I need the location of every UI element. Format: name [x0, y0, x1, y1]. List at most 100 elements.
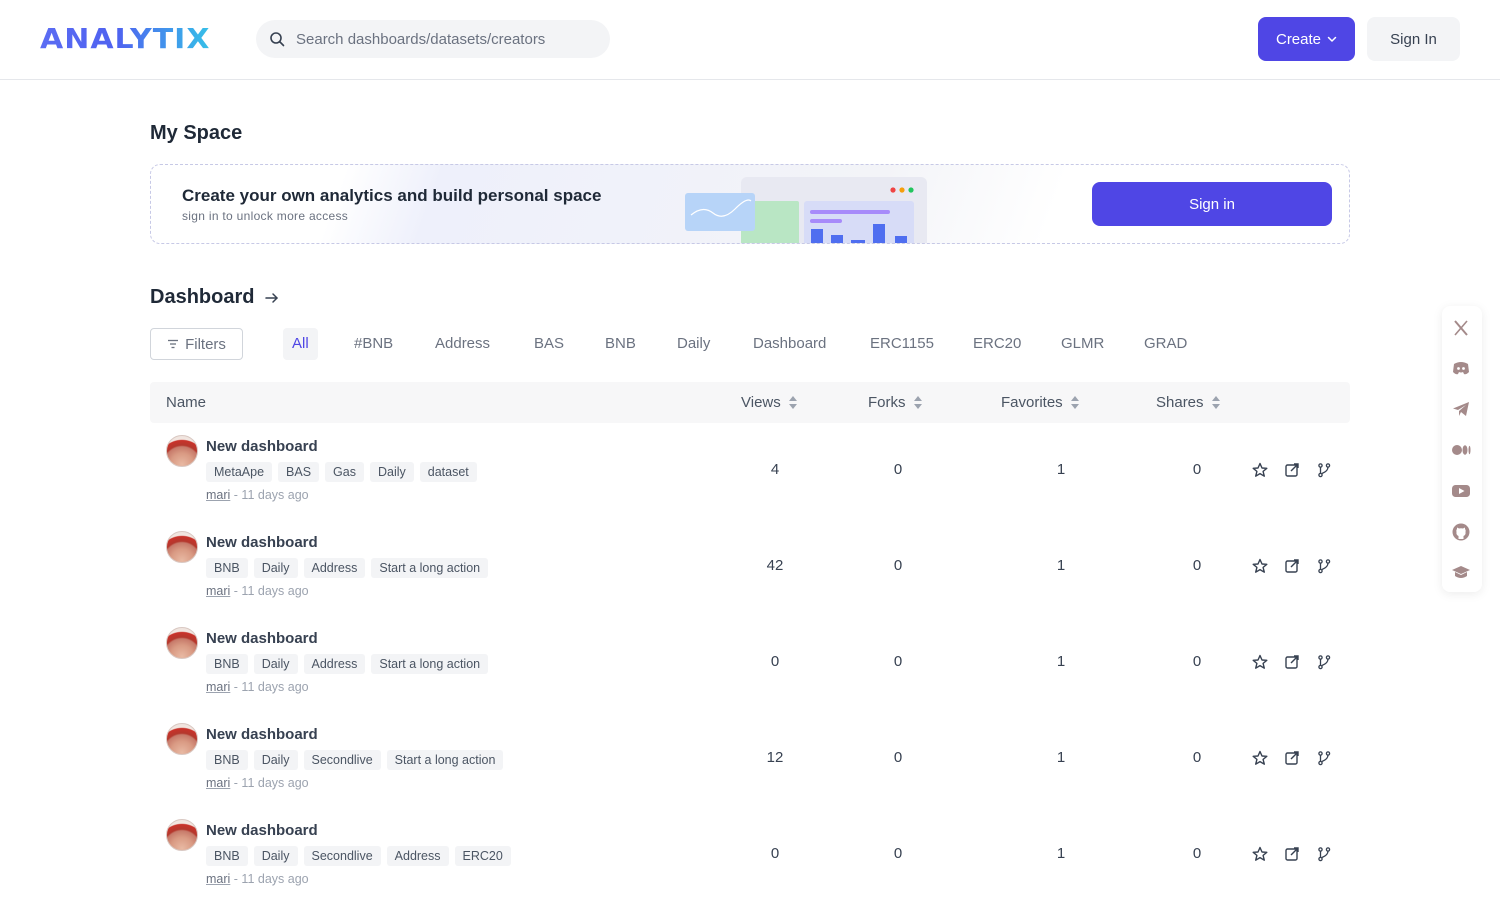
avatar[interactable]	[166, 723, 198, 755]
open-external-icon[interactable]	[1284, 654, 1300, 670]
docs-icon[interactable]	[1451, 562, 1471, 582]
column-shares[interactable]: Shares	[1156, 382, 1220, 423]
sort-icon	[788, 395, 797, 410]
discord-icon[interactable]	[1451, 358, 1471, 378]
column-forks[interactable]: Forks	[868, 382, 922, 423]
medium-icon[interactable]	[1451, 440, 1471, 460]
search-bar[interactable]	[256, 20, 610, 58]
row-tag[interactable]: Address	[303, 558, 366, 578]
search-icon	[270, 32, 285, 47]
tag-all[interactable]: All	[283, 328, 318, 360]
dashboard-header[interactable]: Dashboard	[150, 286, 280, 309]
dashboard-title-link[interactable]: New dashboard	[206, 534, 318, 551]
dashboard-title-link[interactable]: New dashboard	[206, 438, 318, 455]
create-button[interactable]: Create	[1258, 17, 1355, 61]
table-row[interactable]: New dashboard BNB Daily Address Start a long…	[150, 615, 1350, 711]
open-external-icon[interactable]	[1284, 558, 1300, 574]
row-tag[interactable]: Daily	[253, 558, 298, 578]
analytix-logo[interactable]: ANALYTIX	[40, 22, 210, 56]
tag-bnb[interactable]: BNB	[596, 328, 645, 360]
row-tag[interactable]: Secondlive	[303, 750, 381, 770]
search-input[interactable]	[296, 20, 596, 58]
row-tag[interactable]: BNB	[206, 750, 248, 770]
telegram-icon[interactable]	[1451, 399, 1471, 419]
fork-icon[interactable]	[1316, 846, 1332, 862]
row-tag[interactable]: Start a long action	[386, 750, 504, 770]
column-favorites[interactable]: Favorites	[1001, 382, 1079, 423]
author-link[interactable]: mari	[206, 488, 230, 502]
author-link[interactable]: mari	[206, 680, 230, 694]
tag-bas[interactable]: BAS	[525, 328, 573, 360]
forks-count: 0	[893, 653, 903, 670]
author-link[interactable]: mari	[206, 776, 230, 790]
row-tag[interactable]: Daily	[253, 654, 298, 674]
fork-icon[interactable]	[1316, 558, 1332, 574]
fork-icon[interactable]	[1316, 654, 1332, 670]
table-row[interactable]: New dashboard BNB Daily Address Start a long…	[150, 519, 1350, 615]
tag-glmr[interactable]: GLMR	[1052, 328, 1113, 360]
author-link[interactable]: mari	[206, 584, 230, 598]
table-row[interactable]: New dashboard BNB Daily Secondlive Start a l…	[150, 711, 1350, 807]
x-icon[interactable]	[1451, 318, 1471, 338]
dashboard-title-link[interactable]: New dashboard	[206, 726, 318, 743]
tag-erc20[interactable]: ERC20	[964, 328, 1030, 360]
filters-button[interactable]: Filters	[150, 328, 243, 360]
arrow-right-icon[interactable]	[264, 290, 280, 306]
fork-icon[interactable]	[1316, 462, 1332, 478]
row-tag[interactable]: Address	[386, 846, 449, 866]
open-external-icon[interactable]	[1284, 750, 1300, 766]
tag-erc1155[interactable]: ERC1155	[861, 328, 943, 360]
fork-icon[interactable]	[1316, 750, 1332, 766]
chevron-down-icon	[1327, 36, 1337, 42]
shares-count: 0	[1192, 749, 1202, 766]
favorite-star-icon[interactable]	[1252, 558, 1268, 574]
sign-in-button[interactable]: Sign In	[1367, 17, 1460, 61]
row-tag[interactable]: ERC20	[454, 846, 511, 866]
row-tag[interactable]: BAS	[278, 462, 320, 482]
avatar[interactable]	[166, 531, 198, 563]
dashboard-title-link[interactable]: New dashboard	[206, 822, 318, 839]
row-tag[interactable]: BNB	[206, 654, 248, 674]
favorites-count: 1	[1056, 557, 1066, 574]
row-tag[interactable]: BNB	[206, 558, 248, 578]
avatar[interactable]	[166, 627, 198, 659]
row-tag[interactable]: Daily	[369, 462, 414, 482]
tag-daily[interactable]: Daily	[668, 328, 719, 360]
row-tag[interactable]: Address	[303, 654, 366, 674]
favorite-star-icon[interactable]	[1252, 750, 1268, 766]
favorite-star-icon[interactable]	[1252, 846, 1268, 862]
avatar[interactable]	[166, 819, 198, 851]
favorite-star-icon[interactable]	[1252, 654, 1268, 670]
dashboard-title-link[interactable]: New dashboard	[206, 630, 318, 647]
sign-in-banner: Create your own analytics and build pers…	[150, 164, 1350, 244]
row-tag[interactable]: Secondlive	[303, 846, 381, 866]
row-tag[interactable]: MetaApe	[206, 462, 273, 482]
table-row[interactable]: New dashboard MetaApe BAS Gas Daily dataset ma…	[150, 423, 1350, 519]
table-row[interactable]: New dashboard BNB Daily Secondlive Address ER…	[150, 807, 1350, 900]
open-external-icon[interactable]	[1284, 462, 1300, 478]
row-tag[interactable]: Daily	[253, 750, 298, 770]
open-external-icon[interactable]	[1284, 846, 1300, 862]
row-tags: BNB Daily Address Start a long action	[206, 558, 489, 578]
avatar[interactable]	[166, 435, 198, 467]
banner-title: Create your own analytics and build pers…	[182, 186, 602, 205]
row-tag[interactable]: Gas	[325, 462, 364, 482]
row-tag[interactable]: Start a long action	[371, 654, 489, 674]
row-meta: mari - 11 days ago	[206, 680, 309, 694]
tag-grad[interactable]: GRAD	[1135, 328, 1196, 360]
row-tag[interactable]: Start a long action	[371, 558, 489, 578]
author-link[interactable]: mari	[206, 872, 230, 886]
favorites-count: 1	[1056, 749, 1066, 766]
tag-dashboard[interactable]: Dashboard	[744, 328, 835, 360]
dashboard-illustration	[685, 177, 927, 243]
github-icon[interactable]	[1451, 522, 1471, 542]
row-tag[interactable]: dataset	[419, 462, 477, 482]
favorite-star-icon[interactable]	[1252, 462, 1268, 478]
tag-address[interactable]: Address	[426, 328, 499, 360]
tag-hash-bnb[interactable]: #BNB	[345, 328, 402, 360]
row-tag[interactable]: Daily	[253, 846, 298, 866]
row-tag[interactable]: BNB	[206, 846, 248, 866]
youtube-icon[interactable]	[1451, 481, 1471, 501]
banner-sign-in-button[interactable]: Sign in	[1092, 182, 1332, 226]
column-views[interactable]: Views	[741, 382, 797, 423]
